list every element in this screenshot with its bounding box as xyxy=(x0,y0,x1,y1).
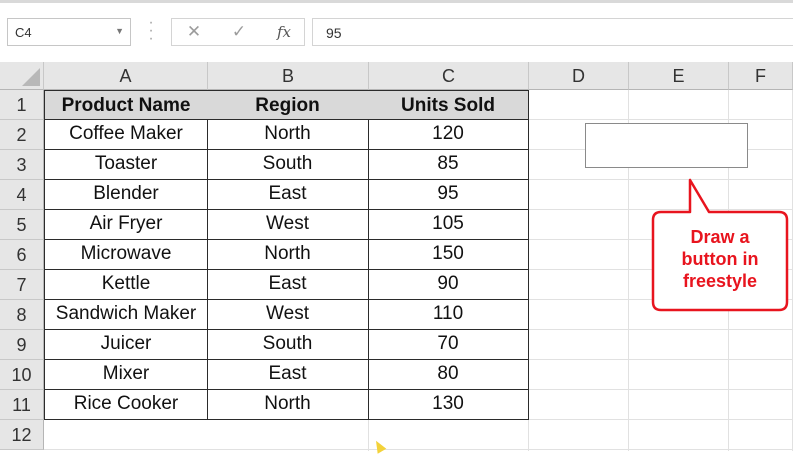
table-cell[interactable]: 150 xyxy=(368,239,529,270)
row-header-3[interactable]: 3 xyxy=(0,150,44,180)
column-header-f[interactable]: F xyxy=(729,62,793,90)
column-header-d[interactable]: D xyxy=(529,62,629,90)
table-cell[interactable]: North xyxy=(207,239,369,270)
table-cell[interactable]: Sandwich Maker xyxy=(44,299,208,330)
gridline-row xyxy=(44,449,793,450)
formula-input[interactable]: 95 xyxy=(312,18,793,46)
callout-text: Draw a button in freestyle xyxy=(656,226,784,292)
table-cell[interactable]: South xyxy=(207,329,369,360)
row-header-2[interactable]: 2 xyxy=(0,120,44,150)
row-header-7[interactable]: 7 xyxy=(0,270,44,300)
table-cell[interactable]: East xyxy=(207,179,369,210)
table-header-cell[interactable]: Region xyxy=(207,90,369,120)
table-cell[interactable]: South xyxy=(207,149,369,180)
table-cell[interactable]: 80 xyxy=(368,359,529,390)
row-header-4[interactable]: 4 xyxy=(0,180,44,210)
table-cell[interactable]: East xyxy=(207,359,369,390)
column-header-b[interactable]: B xyxy=(208,62,369,90)
drawn-button-shape[interactable] xyxy=(585,123,748,168)
table-cell[interactable]: 95 xyxy=(368,179,529,210)
select-all-triangle-icon xyxy=(22,68,40,86)
table-cell[interactable]: Microwave xyxy=(44,239,208,270)
select-all-button[interactable] xyxy=(0,62,44,90)
table-cell[interactable]: Rice Cooker xyxy=(44,389,208,420)
chevron-down-icon[interactable]: ▼ xyxy=(115,26,124,36)
table-cell[interactable]: Blender xyxy=(44,179,208,210)
row-header-5[interactable]: 5 xyxy=(0,210,44,240)
vertical-dots-icon[interactable]: · · · xyxy=(146,15,156,47)
table-cell[interactable]: Juicer xyxy=(44,329,208,360)
table-header-cell[interactable]: Units Sold xyxy=(368,90,529,120)
formula-buttons: ✕ ✓ fx xyxy=(171,18,305,46)
formula-bar: C4 ▼ · · · ✕ ✓ fx 95 xyxy=(0,0,793,62)
ribbon-divider xyxy=(0,0,793,3)
table-cell[interactable]: 90 xyxy=(368,269,529,300)
row-header-8[interactable]: 8 xyxy=(0,300,44,330)
table-cell[interactable]: Air Fryer xyxy=(44,209,208,240)
table-cell[interactable]: 70 xyxy=(368,329,529,360)
table-cell[interactable]: North xyxy=(207,119,369,150)
insert-function-icon[interactable]: fx xyxy=(262,19,306,45)
cancel-icon[interactable]: ✕ xyxy=(172,19,216,45)
table-cell[interactable]: West xyxy=(207,299,369,330)
column-header-e[interactable]: E xyxy=(629,62,729,90)
row-header-1[interactable]: 1 xyxy=(0,90,44,120)
table-cell[interactable]: West xyxy=(207,209,369,240)
table-cell[interactable]: North xyxy=(207,389,369,420)
row-header-6[interactable]: 6 xyxy=(0,240,44,270)
row-header-10[interactable]: 10 xyxy=(0,360,44,390)
table-cell[interactable]: East xyxy=(207,269,369,300)
callout-line-1: Draw a xyxy=(690,227,750,247)
row-header-9[interactable]: 9 xyxy=(0,330,44,360)
table-header-cell[interactable]: Product Name xyxy=(44,90,208,120)
table-cell[interactable]: Kettle xyxy=(44,269,208,300)
table-cell[interactable]: 105 xyxy=(368,209,529,240)
table-cell[interactable]: 120 xyxy=(368,119,529,150)
row-header-11[interactable]: 11 xyxy=(0,390,44,420)
formula-value: 95 xyxy=(326,25,342,41)
column-header-c[interactable]: C xyxy=(369,62,529,90)
table-cell[interactable]: 85 xyxy=(368,149,529,180)
table-cell[interactable]: Toaster xyxy=(44,149,208,180)
table-cell[interactable]: 110 xyxy=(368,299,529,330)
name-box[interactable]: C4 ▼ xyxy=(7,18,131,46)
table-cell[interactable]: Mixer xyxy=(44,359,208,390)
callout-line-3: freestyle xyxy=(682,271,758,291)
enter-icon[interactable]: ✓ xyxy=(217,19,261,45)
column-header-a[interactable]: A xyxy=(44,62,208,90)
name-box-value: C4 xyxy=(15,25,32,40)
table-cell[interactable]: Coffee Maker xyxy=(44,119,208,150)
callout-line-2: button in xyxy=(681,249,759,269)
table-cell[interactable]: 130 xyxy=(368,389,529,420)
row-header-12[interactable]: 12 xyxy=(0,420,44,450)
